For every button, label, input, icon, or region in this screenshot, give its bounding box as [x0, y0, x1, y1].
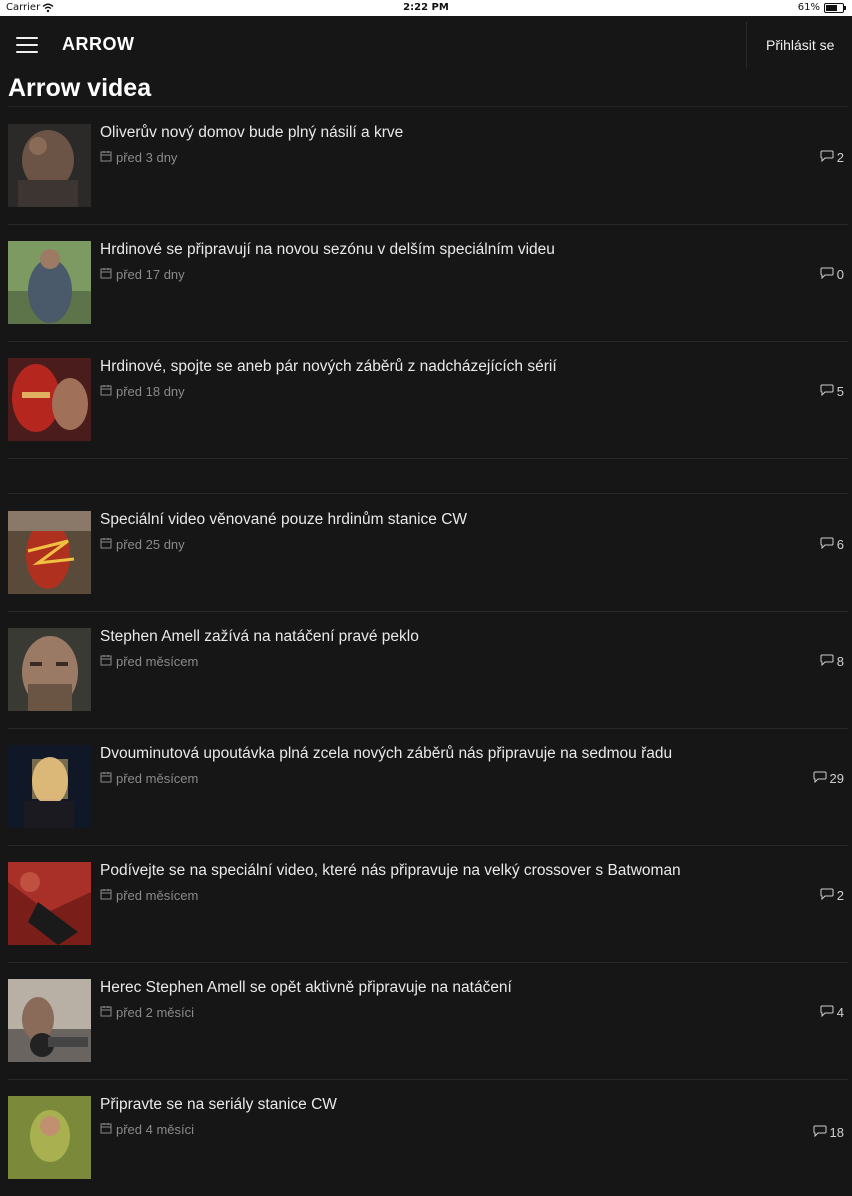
list-item[interactable]: Speciální video věnované pouze hrdinům s… — [8, 494, 848, 612]
list-item[interactable]: Herec Stephen Amell se opět aktivně přip… — [8, 962, 848, 1080]
list-item[interactable]: Hrdinové, spojte se aneb pár nových zábě… — [8, 341, 848, 459]
comment-count: 18 — [813, 1125, 844, 1140]
thumbnail-image — [8, 124, 91, 207]
hamburger-menu-icon[interactable] — [16, 37, 38, 53]
list-item[interactable]: Podívejte se na speciální video, které n… — [8, 845, 848, 963]
list-item[interactable]: Hrdinové se připravují na novou sezónu v… — [8, 224, 848, 342]
article-date: před měsícem — [100, 771, 198, 786]
comment-count: 29 — [813, 771, 844, 786]
thumbnail-image — [8, 862, 91, 945]
article-date: před 18 dny — [100, 384, 185, 399]
thumbnail-image — [8, 745, 91, 828]
article-date: před 25 dny — [100, 537, 185, 552]
date-label: před 2 měsíci — [116, 1005, 195, 1020]
comment-count-value: 8 — [836, 654, 844, 669]
comment-count: 6 — [820, 537, 844, 552]
date-label: před 4 měsíci — [116, 1122, 195, 1137]
article-title[interactable]: Oliverův nový domov bude plný násilí a k… — [100, 124, 403, 142]
status-time: 2:22 PM — [403, 2, 449, 13]
divider — [746, 22, 747, 68]
article-title[interactable]: Stephen Amell zažívá na natáčení pravé p… — [100, 628, 419, 646]
date-label: před 17 dny — [116, 267, 185, 282]
comment-count-value: 29 — [829, 771, 844, 786]
battery-percent: 61% — [797, 2, 820, 13]
calendar-icon — [100, 654, 112, 669]
date-label: před 3 dny — [116, 150, 178, 165]
article-date: před 2 měsíci — [100, 1005, 194, 1020]
article-date: před 3 dny — [100, 150, 177, 165]
article-title[interactable]: Hrdinové, spojte se aneb pár nových zábě… — [100, 358, 557, 376]
comment-count: 4 — [820, 1005, 844, 1020]
comment-count-value: 4 — [836, 1005, 844, 1020]
status-bar: Carrier 2:22 PM 61% — [0, 0, 852, 16]
article-title[interactable]: Dvouminutová upoutávka plná zcela nových… — [100, 745, 672, 763]
list-item[interactable]: Dvouminutová upoutávka plná zcela nových… — [8, 728, 848, 846]
comment-count: 2 — [820, 150, 844, 165]
login-button[interactable]: Přihlásit se — [766, 37, 834, 53]
comment-icon — [820, 888, 834, 903]
app-title: ARROW — [62, 34, 135, 54]
list-item[interactable]: Stephen Amell zažívá na natáčení pravé p… — [8, 611, 848, 729]
comment-icon — [820, 654, 834, 669]
comment-count-value: 5 — [836, 384, 844, 399]
calendar-icon — [100, 150, 112, 165]
comment-count: 5 — [820, 384, 844, 399]
comment-icon — [820, 267, 834, 282]
thumbnail-image — [8, 979, 91, 1062]
thumbnail-image — [8, 241, 91, 324]
comment-count-value: 0 — [836, 267, 844, 282]
thumbnail-image — [8, 358, 91, 441]
calendar-icon — [100, 1122, 112, 1137]
list-item[interactable]: Připravte se na seriály stanice CW před … — [8, 1079, 848, 1196]
calendar-icon — [100, 384, 112, 399]
comment-icon — [813, 1125, 827, 1140]
calendar-icon — [100, 888, 112, 903]
date-label: před měsícem — [116, 888, 199, 903]
battery-indicator: 61% — [797, 0, 846, 16]
comment-count-value: 2 — [836, 888, 844, 903]
date-label: před 18 dny — [116, 384, 185, 399]
article-title[interactable]: Připravte se na seriály stanice CW — [100, 1096, 337, 1114]
comment-count-value: 18 — [829, 1125, 844, 1140]
date-label: před 25 dny — [116, 537, 185, 552]
thumbnail-image — [8, 511, 91, 594]
comment-icon — [813, 771, 827, 786]
comment-icon — [820, 537, 834, 552]
calendar-icon — [100, 537, 112, 552]
article-date: před měsícem — [100, 888, 198, 903]
calendar-icon — [100, 267, 112, 282]
battery-icon — [824, 3, 846, 13]
thumbnail-image — [8, 628, 91, 711]
comment-count: 0 — [820, 267, 844, 282]
date-label: před měsícem — [116, 654, 199, 669]
list-item[interactable]: Oliverův nový domov bude plný násilí a k… — [8, 107, 848, 225]
thumbnail-image — [8, 1096, 91, 1179]
comment-icon — [820, 384, 834, 399]
article-date: před 17 dny — [100, 267, 185, 282]
comment-count-value: 2 — [836, 150, 844, 165]
page-title: Arrow videa — [8, 74, 152, 102]
comment-icon — [820, 1005, 834, 1020]
comment-count-value: 6 — [836, 537, 844, 552]
article-date: před 4 měsíci — [100, 1122, 194, 1137]
date-label: před měsícem — [116, 771, 199, 786]
top-bar: ARROW Přihlásit se — [0, 16, 852, 74]
article-date: před měsícem — [100, 654, 198, 669]
calendar-icon — [100, 1005, 112, 1020]
article-title[interactable]: Podívejte se na speciální video, které n… — [100, 862, 681, 880]
comment-icon — [820, 150, 834, 165]
article-title[interactable]: Herec Stephen Amell se opět aktivně přip… — [100, 979, 512, 997]
comment-count: 8 — [820, 654, 844, 669]
article-title[interactable]: Hrdinové se připravují na novou sezónu v… — [100, 241, 555, 259]
calendar-icon — [100, 771, 112, 786]
article-title[interactable]: Speciální video věnované pouze hrdinům s… — [100, 511, 467, 529]
comment-count: 2 — [820, 888, 844, 903]
